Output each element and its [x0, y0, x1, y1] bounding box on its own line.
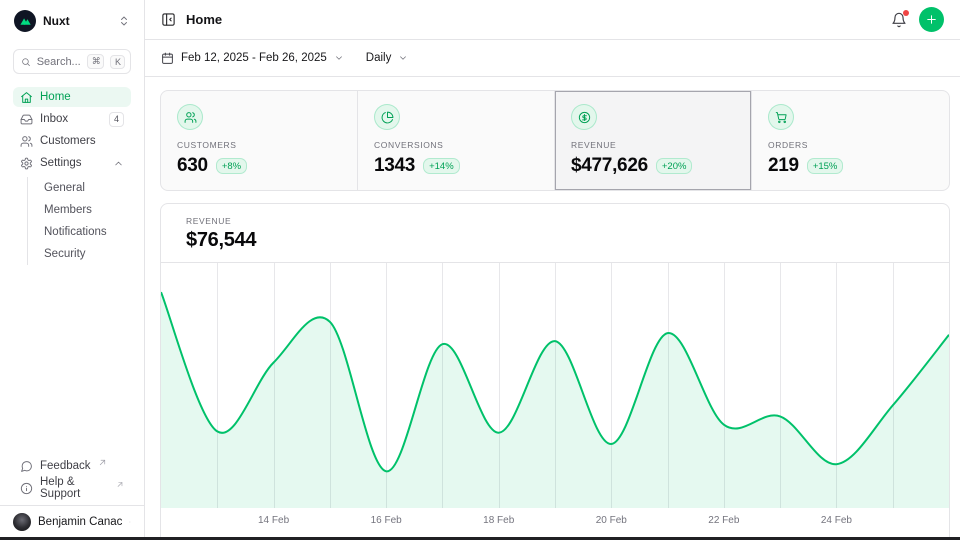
revenue-chart-card: REVENUE $76,544 14 Feb 16 Feb 18 Feb 20 Feb…: [160, 203, 950, 540]
message-circle-icon: [20, 460, 33, 473]
stat-delta-badge: +20%: [656, 158, 693, 174]
stat-delta-badge: +8%: [216, 158, 247, 174]
info-circle-icon: [20, 482, 33, 495]
sidebar-user-section: Benjamin Canac: [0, 505, 144, 536]
stat-label: CUSTOMERS: [177, 140, 341, 150]
sidebar-nav: Home Inbox 4 Customers Settings General …: [13, 87, 131, 265]
avatar: [13, 513, 31, 531]
shopping-cart-icon: [768, 104, 794, 130]
user-menu-button[interactable]: Benjamin Canac: [13, 513, 131, 531]
stat-delta-badge: +14%: [423, 158, 460, 174]
nuxt-logo-icon: [14, 10, 36, 32]
revenue-chart-svg: [161, 263, 949, 508]
sidebar-item-label: Settings: [40, 157, 82, 169]
x-axis-label: 22 Feb: [708, 515, 739, 526]
chart-value: $76,544: [186, 229, 924, 252]
x-axis-label: 24 Feb: [821, 515, 852, 526]
granularity-select[interactable]: Daily: [366, 52, 409, 64]
sidebar-footer: Feedback Help & Support: [13, 456, 131, 498]
home-icon: [20, 91, 33, 104]
search-placeholder: Search...: [37, 56, 81, 68]
kbd-meta: ⌘: [87, 54, 104, 69]
revenue-area-fill: [161, 292, 949, 508]
sidebar-item-label: Inbox: [40, 113, 68, 125]
sidebar-item-label: Help & Support: [40, 476, 109, 500]
sidebar-item-notifications[interactable]: Notifications: [28, 221, 131, 243]
sidebar-item-feedback[interactable]: Feedback: [13, 456, 131, 476]
sidebar-item-security[interactable]: Security: [28, 243, 131, 265]
stat-card-conversions[interactable]: CONVERSIONS 1343 +14%: [358, 91, 555, 190]
stats-row: CUSTOMERS 630 +8% CONVERSIONS 1343 +14%: [160, 90, 950, 191]
stat-label: REVENUE: [571, 140, 735, 150]
sidebar-item-label: Feedback: [40, 460, 91, 472]
stat-label: ORDERS: [768, 140, 933, 150]
revenue-chart-plot[interactable]: [161, 263, 949, 508]
x-axis-label: 14 Feb: [258, 515, 289, 526]
search-input[interactable]: Search... ⌘ K: [13, 49, 131, 74]
stat-value: 630: [177, 155, 208, 177]
stat-value: 1343: [374, 155, 415, 177]
kbd-key: K: [110, 55, 125, 69]
x-axis-label: 18 Feb: [483, 515, 514, 526]
pie-chart-icon: [374, 104, 400, 130]
page-title: Home: [186, 12, 222, 27]
revenue-chart-xaxis: 14 Feb 16 Feb 18 Feb 20 Feb 22 Feb 24 Feb: [161, 508, 949, 534]
sidebar-item-general[interactable]: General: [28, 177, 131, 199]
stat-value: $477,626: [571, 155, 648, 177]
users-icon: [177, 104, 203, 130]
search-icon: [21, 56, 31, 68]
chevron-down-icon: [398, 53, 408, 63]
sidebar-item-settings[interactable]: Settings: [13, 153, 131, 173]
stat-delta-badge: +15%: [807, 158, 844, 174]
sidebar: Nuxt Search... ⌘ K Home Inbox 4 Customer…: [0, 0, 145, 540]
users-icon: [20, 135, 33, 148]
collapse-sidebar-icon[interactable]: [161, 12, 176, 27]
stat-card-customers[interactable]: CUSTOMERS 630 +8%: [161, 91, 358, 190]
content: CUSTOMERS 630 +8% CONVERSIONS 1343 +14%: [145, 77, 960, 540]
chevrons-up-down-icon: [129, 516, 131, 528]
chevron-down-icon: [334, 53, 344, 63]
inbox-count-badge: 4: [109, 112, 124, 127]
sidebar-item-help-support[interactable]: Help & Support: [13, 478, 131, 498]
granularity-value: Daily: [366, 52, 392, 64]
stat-card-revenue[interactable]: REVENUE $477,626 +20%: [555, 91, 752, 190]
page-header: Home: [145, 0, 960, 40]
stat-label: CONVERSIONS: [374, 140, 538, 150]
workspace-switcher[interactable]: Nuxt: [13, 8, 131, 34]
sidebar-spacer: [13, 265, 131, 456]
filters-toolbar: Feb 12, 2025 - Feb 26, 2025 Daily: [145, 40, 960, 77]
stat-card-orders[interactable]: ORDERS 219 +15%: [752, 91, 949, 190]
settings-subnav: General Members Notifications Security: [27, 177, 131, 265]
date-range-value: Feb 12, 2025 - Feb 26, 2025: [181, 52, 327, 64]
sidebar-item-home[interactable]: Home: [13, 87, 131, 107]
chevrons-up-down-icon: [118, 15, 130, 27]
sidebar-item-inbox[interactable]: Inbox 4: [13, 109, 131, 129]
chevron-up-icon: [113, 158, 124, 169]
x-axis-label: 16 Feb: [371, 515, 402, 526]
gear-icon: [20, 157, 33, 170]
dollar-circle-icon: [571, 104, 597, 130]
stat-value: 219: [768, 155, 799, 177]
sidebar-item-label: Home: [40, 91, 71, 103]
notification-dot: [903, 10, 909, 16]
notifications-button[interactable]: [891, 12, 907, 28]
external-link-icon: [98, 458, 107, 467]
calendar-icon: [161, 52, 174, 65]
x-axis-label: 20 Feb: [596, 515, 627, 526]
main-area: Home Feb 12, 2025 - Feb 26, 2025 Daily: [145, 0, 960, 540]
revenue-chart-header: REVENUE $76,544: [161, 204, 949, 263]
date-range-picker[interactable]: Feb 12, 2025 - Feb 26, 2025: [161, 52, 344, 65]
dashboard-app: Nuxt Search... ⌘ K Home Inbox 4 Customer…: [0, 0, 960, 540]
external-link-icon: [116, 480, 124, 489]
add-button[interactable]: [919, 7, 944, 32]
header-actions: [891, 7, 944, 32]
chart-label: REVENUE: [186, 216, 924, 226]
sidebar-item-customers[interactable]: Customers: [13, 131, 131, 151]
sidebar-item-members[interactable]: Members: [28, 199, 131, 221]
inbox-icon: [20, 113, 33, 126]
plus-icon: [925, 13, 938, 26]
user-name: Benjamin Canac: [38, 516, 122, 528]
sidebar-item-label: Customers: [40, 135, 96, 147]
workspace-name: Nuxt: [43, 14, 111, 28]
